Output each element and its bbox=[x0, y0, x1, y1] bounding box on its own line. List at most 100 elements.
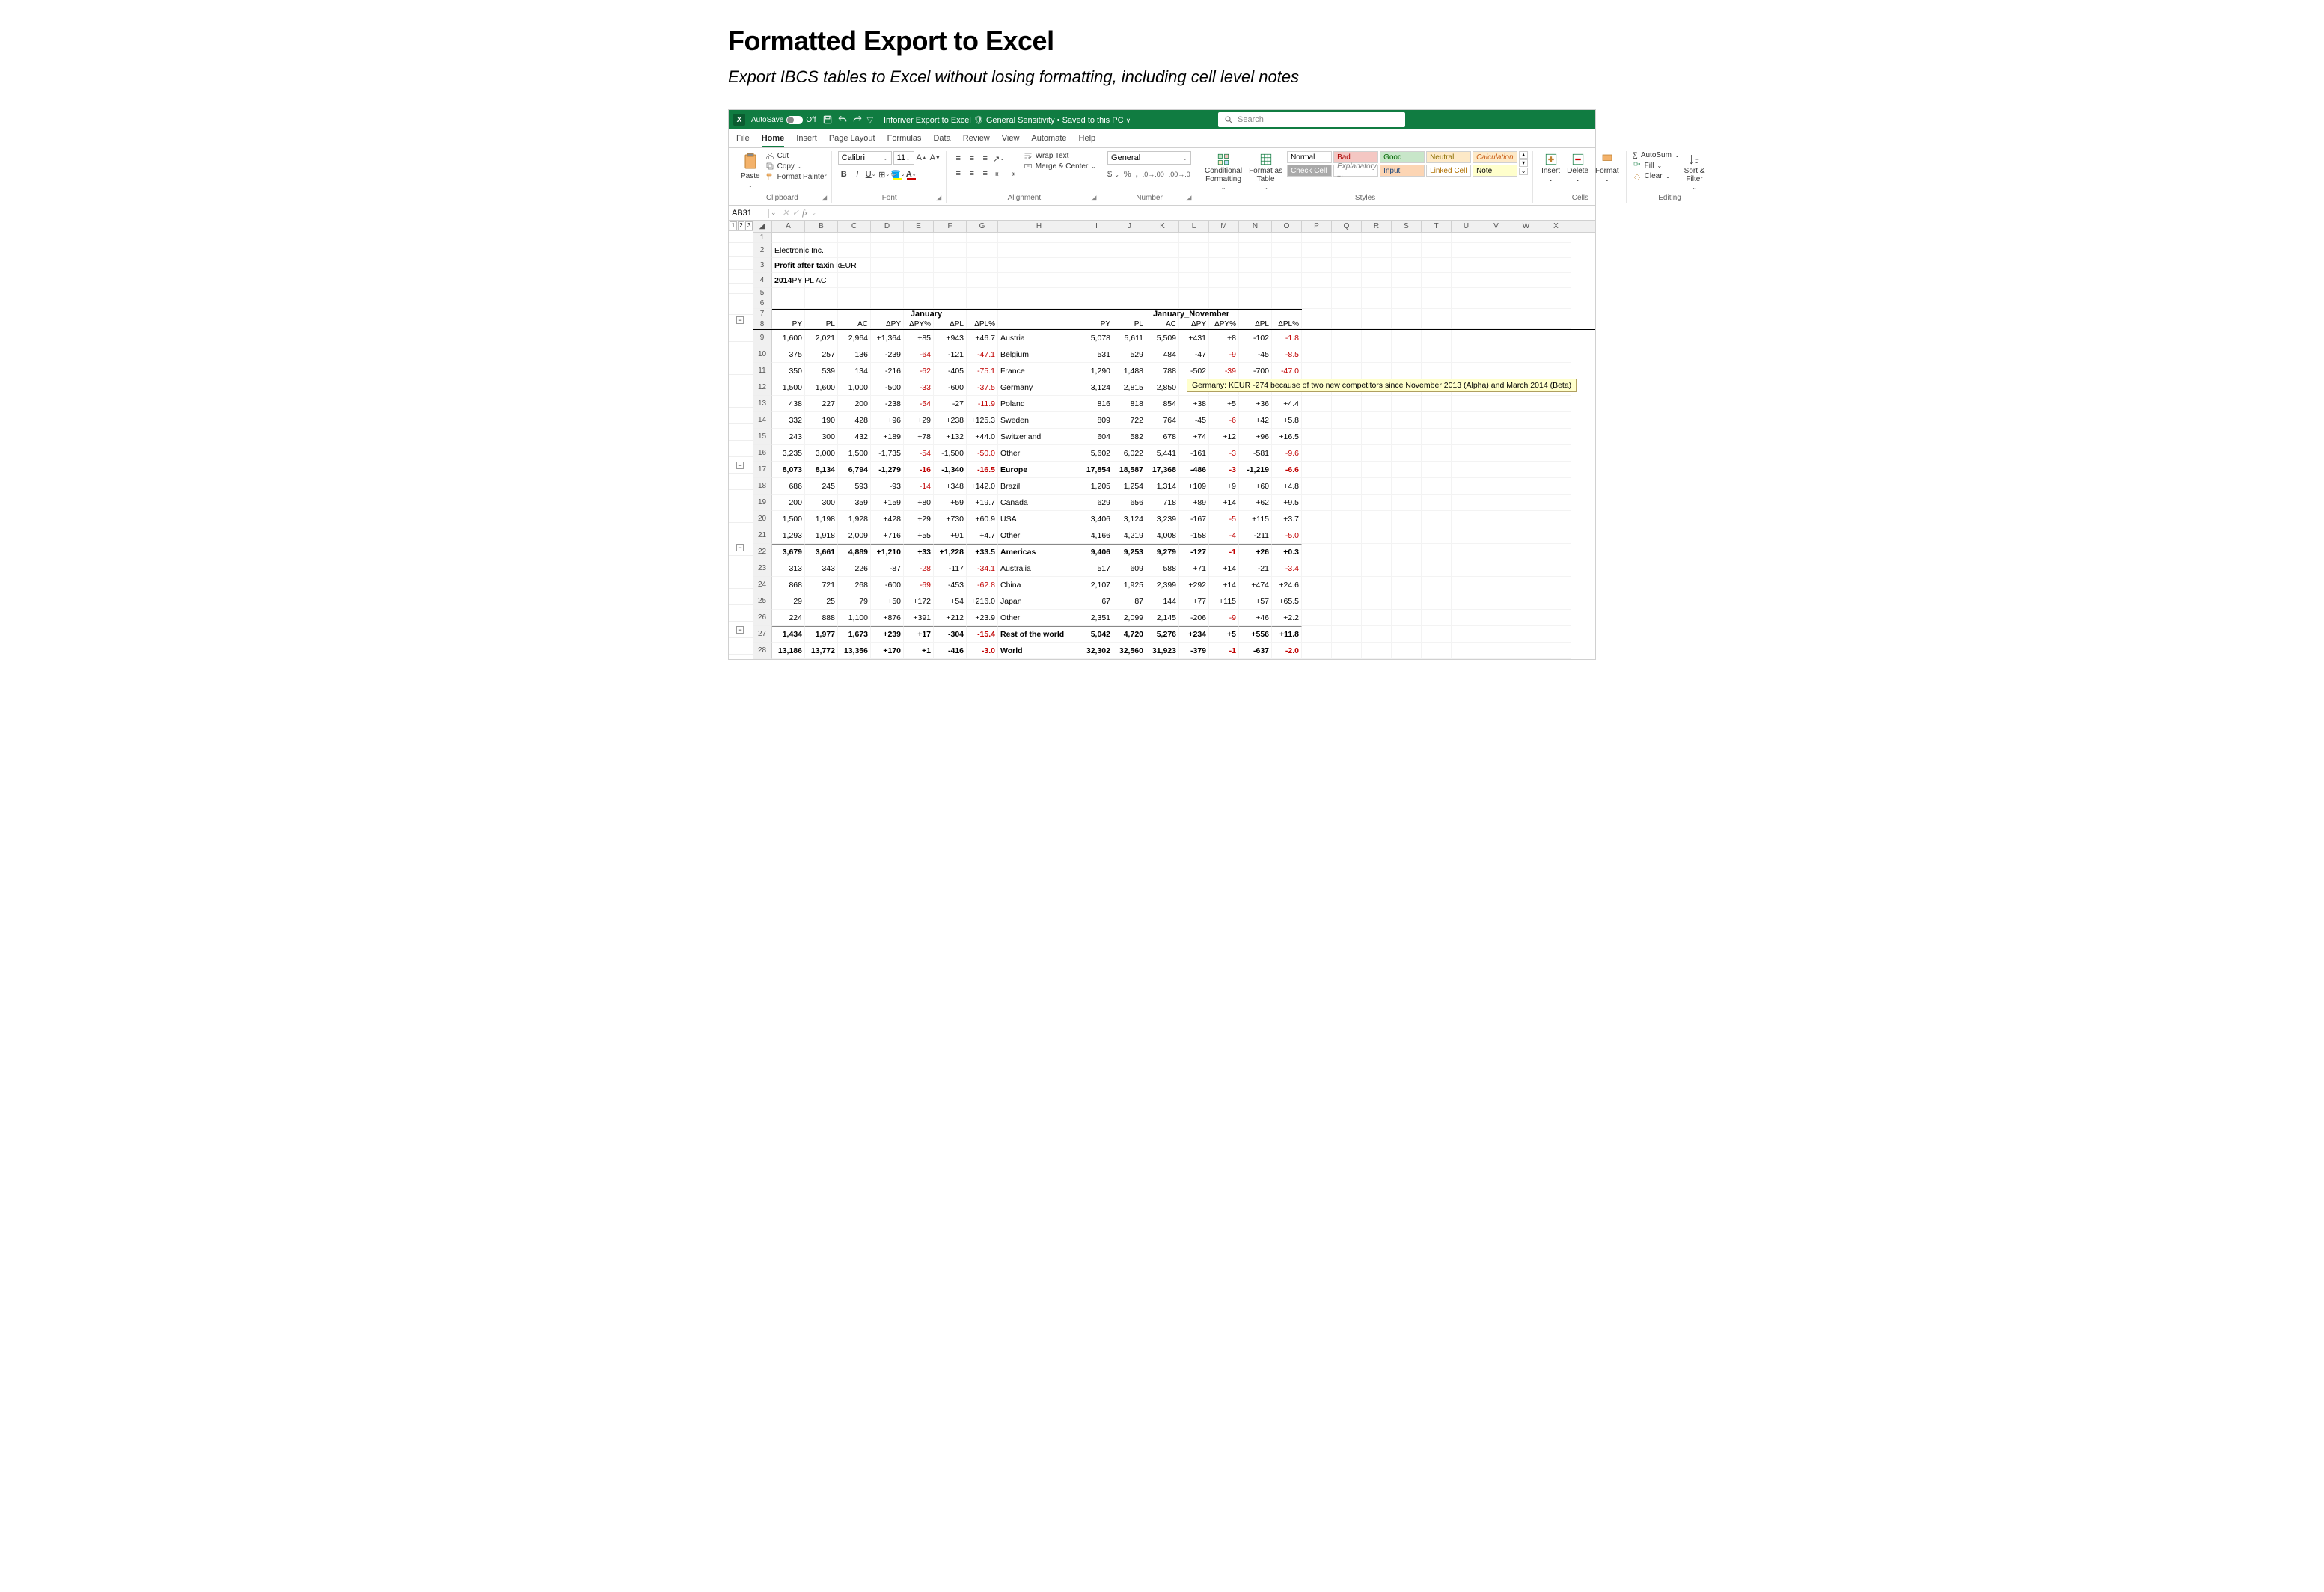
cell[interactable]: 1,600 bbox=[772, 330, 805, 346]
table-row[interactable]: 25292579+50+172+54+216.0Japan6787144+77+… bbox=[753, 593, 1595, 610]
cell[interactable] bbox=[904, 243, 934, 258]
cell[interactable] bbox=[1511, 298, 1541, 309]
cell[interactable] bbox=[934, 233, 967, 243]
cell[interactable] bbox=[1332, 462, 1362, 478]
cell[interactable]: 816 bbox=[1080, 396, 1113, 412]
cell[interactable] bbox=[1452, 258, 1481, 273]
cell[interactable] bbox=[904, 288, 934, 298]
cell[interactable]: ΔPY bbox=[1179, 319, 1209, 329]
table-row[interactable]: 5 bbox=[753, 288, 1595, 298]
cell[interactable] bbox=[1422, 363, 1452, 379]
cell[interactable] bbox=[1302, 319, 1332, 329]
cell[interactable] bbox=[1422, 610, 1452, 626]
cell[interactable] bbox=[1332, 243, 1362, 258]
cell[interactable]: 2,815 bbox=[1113, 379, 1146, 396]
col-header-V[interactable]: V bbox=[1481, 221, 1511, 232]
row-header-18[interactable]: 18 bbox=[753, 478, 772, 495]
cell[interactable]: -15.4 bbox=[967, 626, 998, 643]
table-row[interactable]: 13438227200-238-54-27-11.9Poland81681885… bbox=[753, 396, 1595, 412]
table-row[interactable]: 42014 PY PL AC bbox=[753, 273, 1595, 288]
tab-page-layout[interactable]: Page Layout bbox=[829, 131, 875, 147]
style-note[interactable]: Note bbox=[1473, 165, 1517, 177]
cell[interactable]: 2,145 bbox=[1146, 610, 1179, 626]
cancel-icon[interactable]: ✕ bbox=[783, 208, 789, 218]
cell[interactable] bbox=[1481, 495, 1511, 511]
cell[interactable] bbox=[1302, 288, 1332, 298]
cell[interactable] bbox=[1209, 273, 1239, 288]
cell[interactable]: +33.5 bbox=[967, 544, 998, 560]
cell[interactable]: -239 bbox=[871, 346, 904, 363]
cell[interactable]: 2,099 bbox=[1113, 610, 1146, 626]
cell[interactable] bbox=[1146, 243, 1179, 258]
cell[interactable] bbox=[1422, 258, 1452, 273]
row-header-4[interactable]: 4 bbox=[753, 273, 772, 288]
cell[interactable]: 1,000 bbox=[838, 379, 871, 396]
cell[interactable]: +348 bbox=[934, 478, 967, 495]
cell[interactable]: +57 bbox=[1239, 593, 1272, 610]
cell[interactable]: +159 bbox=[871, 495, 904, 511]
cell[interactable]: China bbox=[998, 577, 1080, 593]
table-row[interactable]: 23313343226-87-28-117-34.1Australia51760… bbox=[753, 560, 1595, 577]
cell[interactable] bbox=[1511, 511, 1541, 527]
cell[interactable]: -1,340 bbox=[934, 462, 967, 478]
cell[interactable] bbox=[1362, 577, 1392, 593]
cell[interactable]: +730 bbox=[934, 511, 967, 527]
cell[interactable]: 79 bbox=[838, 593, 871, 610]
cell[interactable]: -47.0 bbox=[1272, 363, 1302, 379]
cell[interactable] bbox=[1362, 258, 1392, 273]
namebox-dropdown-icon[interactable]: ⌄ bbox=[769, 209, 778, 217]
cell[interactable] bbox=[1541, 626, 1571, 643]
cell[interactable]: -6.6 bbox=[1272, 462, 1302, 478]
cell[interactable] bbox=[1146, 233, 1179, 243]
autosave-toggle[interactable]: AutoSave Off bbox=[751, 116, 816, 124]
cell[interactable] bbox=[1113, 233, 1146, 243]
cell[interactable]: 531 bbox=[1080, 346, 1113, 363]
cell[interactable] bbox=[772, 298, 805, 309]
row-header-1[interactable]: 1 bbox=[753, 233, 772, 243]
cell[interactable] bbox=[1481, 363, 1511, 379]
cell[interactable] bbox=[1302, 346, 1332, 363]
cell[interactable]: +1,228 bbox=[934, 544, 967, 560]
cell[interactable] bbox=[1452, 445, 1481, 462]
cell[interactable] bbox=[1209, 258, 1239, 273]
cell[interactable]: -62 bbox=[904, 363, 934, 379]
cell[interactable] bbox=[1302, 462, 1332, 478]
cell[interactable] bbox=[1332, 298, 1362, 309]
cell[interactable]: 4,219 bbox=[1113, 527, 1146, 544]
tab-file[interactable]: File bbox=[736, 131, 750, 147]
cell[interactable]: +212 bbox=[934, 610, 967, 626]
cell[interactable] bbox=[838, 298, 871, 309]
cell[interactable]: -416 bbox=[934, 643, 967, 659]
cell[interactable]: France bbox=[998, 363, 1080, 379]
cell[interactable] bbox=[1362, 288, 1392, 298]
clear-button[interactable]: Clear ⌄ bbox=[1633, 171, 1680, 180]
cell[interactable] bbox=[1392, 309, 1422, 319]
cell[interactable]: 1,100 bbox=[838, 610, 871, 626]
cell[interactable] bbox=[1362, 495, 1392, 511]
cell[interactable]: -9 bbox=[1209, 346, 1239, 363]
cell[interactable] bbox=[1332, 330, 1362, 346]
row-header-3[interactable]: 3 bbox=[753, 258, 772, 273]
tab-formulas[interactable]: Formulas bbox=[887, 131, 922, 147]
cell[interactable] bbox=[1302, 243, 1332, 258]
cell[interactable]: 5,276 bbox=[1146, 626, 1179, 643]
cell[interactable]: -87 bbox=[871, 560, 904, 577]
cell[interactable] bbox=[1362, 610, 1392, 626]
row-header-28[interactable]: 28 bbox=[753, 643, 772, 659]
cell[interactable]: Rest of the world bbox=[998, 626, 1080, 643]
cell[interactable]: 1,977 bbox=[805, 626, 838, 643]
cell[interactable] bbox=[1302, 412, 1332, 429]
cell[interactable] bbox=[1511, 309, 1541, 319]
table-row[interactable]: 2813,18613,77213,356+170+1-416-3.0World3… bbox=[753, 643, 1595, 659]
italic-icon[interactable]: I bbox=[851, 168, 863, 180]
cell[interactable]: 428 bbox=[838, 412, 871, 429]
cell[interactable]: +36 bbox=[1239, 396, 1272, 412]
align-center-icon[interactable]: ≡ bbox=[966, 168, 978, 180]
cell[interactable]: -16 bbox=[904, 462, 934, 478]
dialog-launcher-icon[interactable]: ◢ bbox=[935, 194, 943, 201]
cell[interactable]: +54 bbox=[934, 593, 967, 610]
cell[interactable] bbox=[1541, 495, 1571, 511]
increase-indent-icon[interactable]: ⇥ bbox=[1006, 168, 1018, 180]
col-header-U[interactable]: U bbox=[1452, 221, 1481, 232]
cell[interactable] bbox=[1239, 243, 1272, 258]
